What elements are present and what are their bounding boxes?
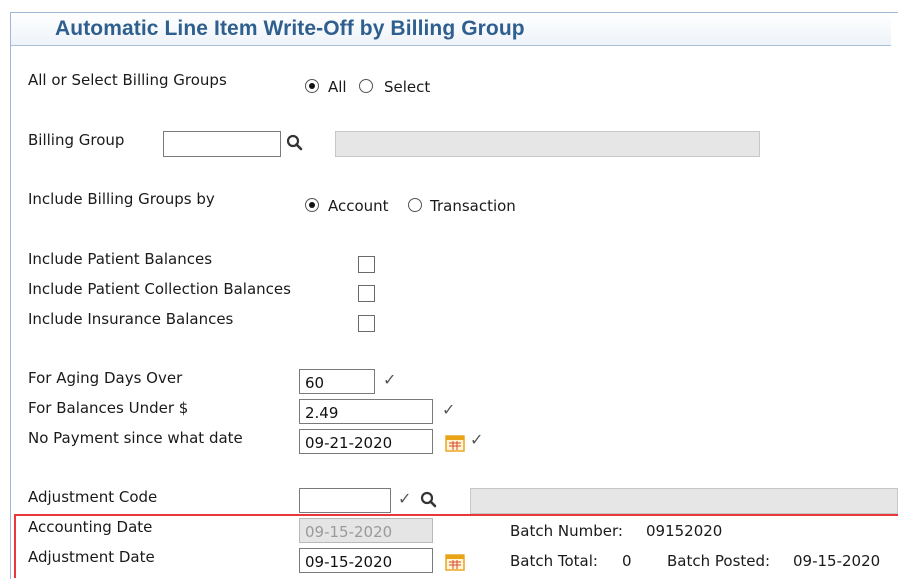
batch-posted-label: Batch Posted: — [667, 552, 771, 570]
patient-balances-checkbox[interactable] — [358, 256, 375, 273]
patient-collection-balances-checkbox[interactable] — [358, 285, 375, 302]
billing-group-label: Billing Group — [28, 131, 125, 149]
calendar-icon[interactable] — [445, 434, 465, 452]
checkmark-icon[interactable]: ✓ — [442, 400, 455, 419]
aging-days-input[interactable] — [299, 369, 375, 394]
radio-transaction-label: Transaction — [430, 197, 516, 215]
billing-group-input[interactable] — [163, 131, 281, 157]
aging-days-label: For Aging Days Over — [28, 369, 183, 387]
no-payment-date-input[interactable] — [299, 429, 433, 454]
patient-balances-label: Include Patient Balances — [28, 250, 213, 268]
patient-collection-balances-label: Include Patient Collection Balances — [28, 280, 291, 298]
adjustment-code-description — [470, 488, 898, 514]
radio-account[interactable] — [305, 198, 319, 212]
radio-all-label: All — [328, 78, 347, 96]
checkmark-icon[interactable]: ✓ — [398, 489, 411, 508]
include-by-label: Include Billing Groups by — [28, 190, 215, 208]
insurance-balances-checkbox[interactable] — [358, 315, 375, 332]
accounting-date-input — [299, 518, 433, 543]
radio-all[interactable] — [305, 79, 319, 93]
checkmark-icon[interactable]: ✓ — [470, 430, 483, 449]
billing-group-description — [335, 131, 760, 157]
adjustment-date-input[interactable] — [299, 548, 433, 573]
accounting-date-label: Accounting Date — [28, 518, 153, 536]
batch-posted-value: 09-15-2020 — [793, 552, 881, 570]
checkmark-icon[interactable]: ✓ — [383, 370, 396, 389]
balances-under-input[interactable] — [299, 399, 433, 424]
search-icon[interactable] — [420, 491, 438, 509]
radio-account-label: Account — [328, 197, 389, 215]
insurance-balances-label: Include Insurance Balances — [28, 310, 234, 328]
radio-transaction[interactable] — [408, 198, 422, 212]
search-icon[interactable] — [286, 134, 304, 152]
adjustment-code-input[interactable] — [299, 488, 391, 513]
batch-total-label: Batch Total: — [510, 552, 598, 570]
calendar-icon[interactable] — [445, 553, 465, 571]
radio-select-label: Select — [384, 78, 431, 96]
balances-under-label: For Balances Under $ — [28, 399, 189, 417]
adjustment-code-label: Adjustment Code — [28, 488, 158, 506]
batch-total-value: 0 — [622, 552, 632, 570]
no-payment-label: No Payment since what date — [28, 429, 243, 447]
radio-select[interactable] — [359, 79, 373, 93]
page-title: Automatic Line Item Write-Off by Billing… — [55, 17, 525, 40]
billing-groups-choice-label: All or Select Billing Groups — [28, 71, 227, 89]
batch-number-label: Batch Number: — [510, 522, 623, 540]
batch-number-value: 09152020 — [646, 522, 723, 540]
adjustment-date-label: Adjustment Date — [28, 548, 155, 566]
